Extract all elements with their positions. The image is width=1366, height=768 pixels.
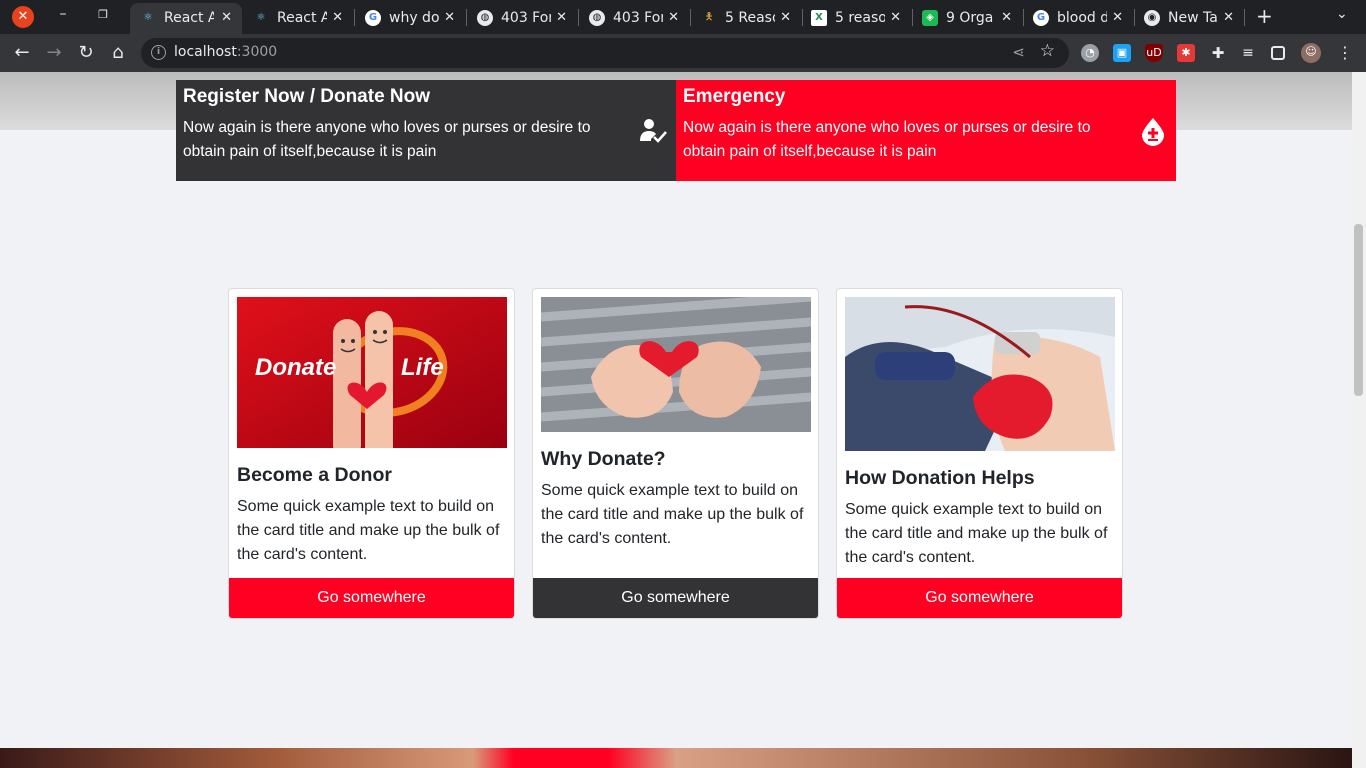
react-icon: ⚛: [256, 12, 266, 23]
tab-close-icon[interactable]: ✕: [221, 4, 232, 32]
tab-close-icon[interactable]: ✕: [332, 4, 343, 32]
card-title: How Donation Helps: [845, 467, 1035, 489]
browser-toolbar: ← → ↻ ⌂ i localhost:3000 ⋖ ☆ ◔ ▣ uD ✱ ✚ …: [0, 34, 1366, 72]
go-somewhere-button[interactable]: Go somewhere: [837, 578, 1122, 618]
tab-title: 5 Reaso: [725, 10, 775, 26]
x-logo-icon: X: [811, 10, 827, 26]
extension-gauge-icon[interactable]: ◔: [1081, 44, 1099, 62]
browser-tab[interactable]: ◉ New Ta ✕: [1134, 3, 1244, 34]
figure-icon: 🯅: [704, 12, 714, 23]
extensions-puzzle-icon[interactable]: ✚: [1209, 44, 1227, 62]
extension-screen-icon[interactable]: ▣: [1113, 44, 1131, 62]
card-become-donor: Donate Life Become a Donor Some quick ex…: [228, 288, 515, 619]
forward-arrow-icon[interactable]: →: [42, 41, 66, 65]
org-icon: ◈: [922, 10, 938, 26]
emergency-title: Emergency: [683, 86, 786, 107]
card-title: Why Donate?: [541, 448, 666, 470]
register-box[interactable]: Register Now / Donate Now Now again is t…: [176, 80, 676, 181]
browser-tab[interactable]: ◈ 9 Orga ✕: [912, 3, 1022, 34]
ublock-shield-icon[interactable]: uD: [1145, 44, 1163, 62]
page-viewport: Register Now / Donate Now Now again is t…: [0, 72, 1352, 768]
go-somewhere-button[interactable]: Go somewhere: [229, 578, 514, 618]
donate-life-image: Donate Life: [237, 297, 507, 448]
profile-avatar-icon[interactable]: ☺: [1301, 43, 1321, 63]
bookmark-star-icon[interactable]: ☆: [1040, 41, 1055, 61]
tab-title: 5 reaso: [835, 10, 885, 26]
next-section-image: [0, 748, 1352, 768]
site-info-icon[interactable]: i: [151, 45, 166, 60]
emergency-box[interactable]: Emergency Now again is there anyone who …: [676, 80, 1176, 181]
card-title: Become a Donor: [237, 464, 392, 486]
tab-close-icon[interactable]: ✕: [668, 4, 679, 32]
chrome-icon: ◉: [1144, 10, 1160, 26]
image-text-life: Life: [401, 354, 444, 381]
scrollbar-thumb[interactable]: [1354, 224, 1363, 396]
reload-icon[interactable]: ↻: [74, 41, 98, 65]
go-somewhere-button[interactable]: Go somewhere: [533, 578, 818, 618]
tab-title: blood d: [1057, 10, 1107, 26]
react-icon: ⚛: [143, 12, 153, 23]
tab-close-icon[interactable]: ✕: [444, 4, 455, 32]
tab-title: 403 For: [501, 10, 551, 26]
window-close-icon[interactable]: ✕: [12, 6, 34, 28]
globe-icon: ◍: [589, 10, 605, 26]
blood-donation-image: [845, 297, 1115, 451]
address-url[interactable]: localhost:3000: [174, 44, 277, 60]
card-text: Some quick example text to build on the …: [845, 501, 1108, 566]
tab-close-icon[interactable]: ✕: [1223, 4, 1234, 32]
emergency-text: Now again is there anyone who loves or p…: [683, 119, 1091, 160]
tab-search-icon[interactable]: ⌄: [1336, 6, 1348, 22]
user-check-icon: [640, 119, 667, 143]
back-arrow-icon[interactable]: ←: [10, 41, 34, 65]
browser-tab[interactable]: G blood d ✕: [1023, 3, 1133, 34]
share-icon[interactable]: ⋖: [1012, 43, 1025, 61]
google-icon: G: [1033, 10, 1049, 26]
browser-tab[interactable]: ◍ 403 For ✕: [579, 3, 689, 34]
reading-list-icon[interactable]: ≡: [1239, 44, 1257, 62]
tab-title: New Ta: [1168, 10, 1218, 26]
side-panel-icon[interactable]: [1271, 46, 1285, 60]
hands-heart-image: [541, 297, 811, 432]
browser-tab-bar: ✕ – ❐ ⚛ React A ✕ ⚛ React A ✕ G why do ✕…: [0, 0, 1366, 34]
browser-tab[interactable]: 🯅 5 Reaso ✕: [691, 3, 801, 34]
blood-drop-plus-icon: [1142, 118, 1164, 146]
browser-tab[interactable]: X 5 reaso ✕: [801, 3, 911, 34]
card-text: Some quick example text to build on the …: [237, 498, 500, 563]
url-port: :3000: [236, 44, 278, 60]
tab-title: why do: [389, 10, 439, 26]
tab-title: 403 For: [613, 10, 663, 26]
tab-close-icon[interactable]: ✕: [1001, 4, 1012, 32]
tab-close-icon[interactable]: ✕: [780, 4, 791, 32]
register-title: Register Now / Donate Now: [183, 86, 431, 107]
page-scrollbar[interactable]: [1352, 72, 1366, 768]
tab-close-icon[interactable]: ✕: [556, 4, 567, 32]
extension-bug-icon[interactable]: ✱: [1177, 44, 1195, 62]
home-icon[interactable]: ⌂: [106, 41, 130, 65]
card-how-donation-helps: How Donation Helps Some quick example te…: [836, 288, 1123, 619]
kebab-menu-icon[interactable]: ⋮: [1336, 44, 1354, 62]
card-why-donate: Why Donate? Some quick example text to b…: [532, 288, 819, 619]
browser-tab[interactable]: G why do ✕: [355, 3, 465, 34]
window-minimize-icon[interactable]: –: [55, 6, 71, 22]
google-icon: G: [365, 10, 381, 26]
image-text-donate: Donate: [255, 354, 336, 381]
tab-title: React A: [164, 10, 214, 26]
globe-icon: ◍: [477, 10, 493, 26]
browser-tab[interactable]: ⚛ React A ✕: [243, 3, 353, 34]
browser-tab[interactable]: ⚛ React A ✕: [130, 3, 242, 34]
address-bar[interactable]: i localhost:3000 ⋖ ☆: [141, 38, 1069, 68]
tab-close-icon[interactable]: ✕: [1112, 4, 1123, 32]
tab-title: React A: [277, 10, 327, 26]
register-text: Now again is there anyone who loves or p…: [183, 119, 591, 160]
url-host: localhost: [174, 44, 237, 60]
card-text: Some quick example text to build on the …: [541, 482, 804, 547]
tab-close-icon[interactable]: ✕: [890, 4, 901, 32]
browser-tab[interactable]: ◍ 403 For ✕: [467, 3, 577, 34]
tab-title: 9 Orga: [946, 10, 994, 26]
new-tab-icon[interactable]: +: [1256, 4, 1273, 28]
window-restore-icon[interactable]: ❐: [95, 8, 111, 21]
